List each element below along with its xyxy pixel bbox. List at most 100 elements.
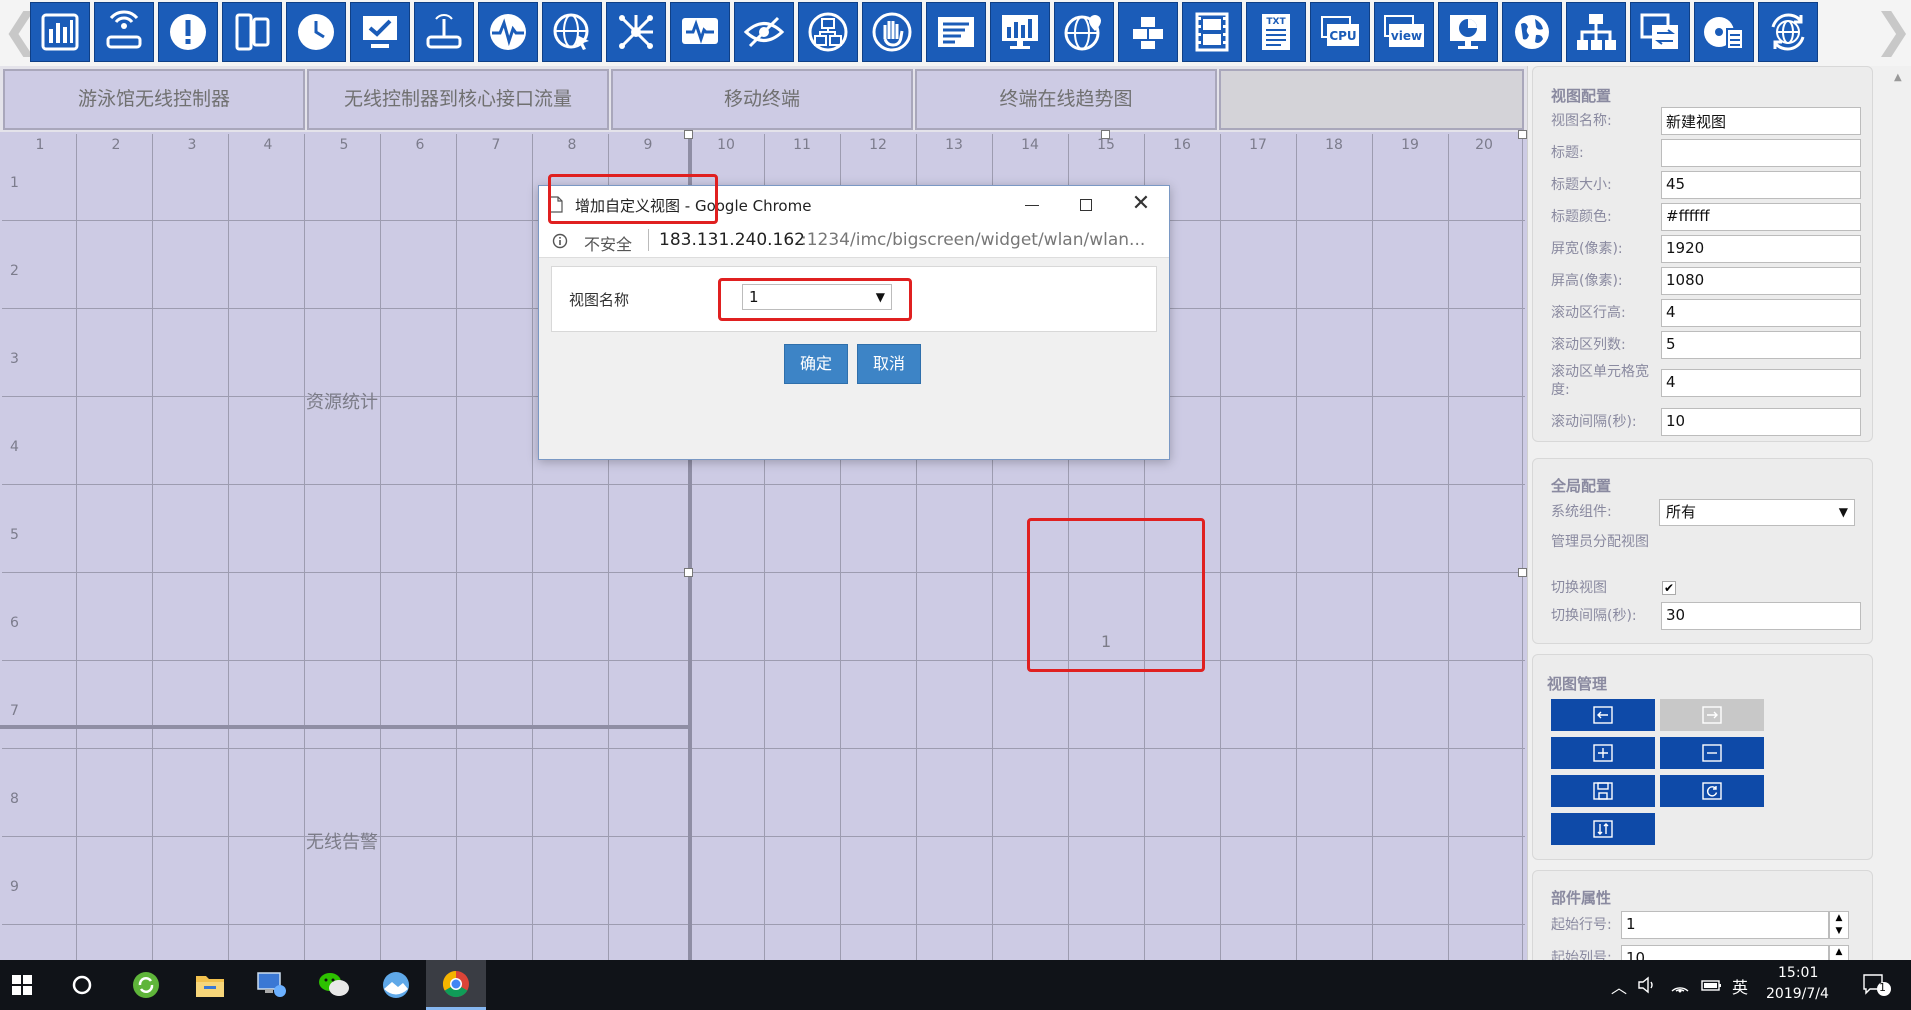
switch-windows-icon[interactable] xyxy=(1630,2,1690,62)
refresh-view-button[interactable] xyxy=(1660,775,1764,807)
refresh-globe-icon[interactable] xyxy=(1758,2,1818,62)
chrome-icon[interactable] xyxy=(426,960,486,1010)
tray-chevron-icon[interactable]: ︿ xyxy=(1611,974,1627,998)
confirm-button[interactable]: 确定 xyxy=(784,344,848,384)
title-color-input[interactable]: #ffffff xyxy=(1661,203,1861,231)
screen-width-input[interactable]: 1920 xyxy=(1661,235,1861,263)
cpu-icon[interactable]: CPU xyxy=(1310,2,1370,62)
switch-interval-input[interactable]: 30 xyxy=(1661,602,1861,630)
hidden-eye-icon[interactable] xyxy=(734,2,794,62)
scroll-columns-input[interactable]: 5 xyxy=(1661,331,1861,359)
cortana-search-icon[interactable] xyxy=(60,960,104,1010)
view-name-field-label: 视图名称: xyxy=(1551,113,1612,129)
tab-controller-core-traffic[interactable]: 无线控制器到核心接口流量 xyxy=(307,69,609,130)
switch-view-checkbox[interactable]: ✔ xyxy=(1662,581,1676,595)
drive-icon[interactable] xyxy=(1694,2,1754,62)
ime-indicator[interactable]: 英 xyxy=(1732,974,1748,998)
resize-handle[interactable] xyxy=(684,568,693,577)
heartbeat-icon[interactable] xyxy=(478,2,538,62)
toolbar-prev-arrow[interactable]: ❮ xyxy=(2,4,41,60)
save-view-button[interactable] xyxy=(1551,775,1655,807)
url-bar[interactable]: 不安全 183.131.240.162 :1234/imc/bigscreen/… xyxy=(539,224,1169,258)
battery-icon[interactable] xyxy=(1701,976,1723,994)
view-icon[interactable]: view xyxy=(1374,2,1434,62)
text-lines-icon[interactable] xyxy=(926,2,986,62)
admin-assign-view-label: 管理员分配视图 xyxy=(1551,534,1649,550)
add-view-button[interactable] xyxy=(1551,737,1655,769)
alert-icon[interactable] xyxy=(158,2,218,62)
config-panel: 视图配置 视图名称: 新建视图 标题: 标题大小: 45 标题颜色: #ffff… xyxy=(1527,66,1911,960)
start-row-stepper[interactable]: ▲ ▼ xyxy=(1829,911,1849,939)
resize-handle[interactable] xyxy=(1101,130,1110,139)
global-config-section: 全局配置 系统组件: 所有 ▼ 管理员分配视图 切换视图 ✔ 切换间隔(秒): … xyxy=(1532,458,1873,644)
view-manage-title: 视图管理 xyxy=(1547,675,1608,693)
txt-document-icon[interactable]: TXT xyxy=(1246,2,1306,62)
url-host: 183.131.240.162 xyxy=(659,230,806,250)
close-icon[interactable]: ✕ xyxy=(1129,190,1153,218)
wireless-alarm-label: 无线告警 xyxy=(306,832,378,853)
clock-icon[interactable] xyxy=(286,2,346,62)
scroll-row-height-input[interactable]: 4 xyxy=(1661,299,1861,327)
film-icon[interactable] xyxy=(1182,2,1242,62)
system-component-select[interactable]: 所有 ▼ xyxy=(1659,499,1855,526)
wireless-router-icon[interactable] xyxy=(94,2,154,62)
tab-empty[interactable] xyxy=(1219,69,1524,130)
checked-monitor-icon[interactable] xyxy=(350,2,410,62)
cancel-button[interactable]: 取消 xyxy=(857,344,921,384)
maximize-icon[interactable] xyxy=(1075,194,1097,216)
diagram-icon[interactable] xyxy=(798,2,858,62)
move-left-button[interactable] xyxy=(1551,699,1655,731)
world-icon[interactable] xyxy=(1502,2,1562,62)
switch-interval-label: 切换间隔(秒): xyxy=(1551,608,1637,624)
start-column-input[interactable]: 10 xyxy=(1621,945,1829,960)
network-topology-icon[interactable] xyxy=(606,2,666,62)
title-input[interactable] xyxy=(1661,139,1861,167)
start-row-input[interactable]: 1 xyxy=(1621,911,1829,939)
move-left-icon xyxy=(1593,706,1613,724)
refresh-app-icon[interactable] xyxy=(120,960,172,1010)
hierarchy-icon[interactable] xyxy=(1566,2,1626,62)
tab-terminal-online-trend[interactable]: 终端在线趋势图 xyxy=(915,69,1217,130)
remove-icon xyxy=(1702,744,1722,762)
start-column-stepper[interactable]: ▲▼ xyxy=(1829,945,1849,960)
sort-icon xyxy=(1593,820,1613,838)
minimize-icon[interactable] xyxy=(1021,194,1043,216)
resize-handle[interactable] xyxy=(1518,130,1527,139)
wechat-icon[interactable] xyxy=(308,960,360,1010)
globe-pin-icon[interactable] xyxy=(1054,2,1114,62)
clock-date[interactable]: 2019/7/4 xyxy=(1766,986,1829,1002)
notification-center-icon[interactable]: 1 xyxy=(1862,973,1892,997)
view-name-input[interactable]: 新建视图 xyxy=(1661,107,1861,135)
resize-handle[interactable] xyxy=(1518,568,1527,577)
view-config-title: 视图配置 xyxy=(1551,87,1612,105)
pie-monitor-icon[interactable] xyxy=(1438,2,1498,62)
landscape-app-icon[interactable] xyxy=(370,960,422,1010)
move-right-button[interactable] xyxy=(1660,699,1764,731)
tab-stadium-wireless-controller[interactable]: 游泳馆无线控制器 xyxy=(3,69,305,130)
sort-view-button[interactable] xyxy=(1551,813,1655,845)
mobile-terminal-icon[interactable] xyxy=(222,2,282,62)
scroll-interval-input[interactable]: 10 xyxy=(1661,408,1861,436)
resize-handle[interactable] xyxy=(684,130,693,139)
network-monitor-icon[interactable] xyxy=(246,960,298,1010)
pulse-monitor-icon[interactable] xyxy=(670,2,730,62)
scroll-up-icon[interactable]: ▲ xyxy=(1894,72,1902,83)
panel-scrollbar[interactable]: ▲ xyxy=(1890,66,1910,960)
bar-monitor-icon[interactable] xyxy=(990,2,1050,62)
network-wifi-icon[interactable] xyxy=(1669,975,1691,995)
tab-mobile-terminal[interactable]: 移动终端 xyxy=(611,69,913,130)
title-size-input[interactable]: 45 xyxy=(1661,171,1861,199)
screen-height-input[interactable]: 1080 xyxy=(1661,267,1861,295)
stacked-blocks-icon[interactable] xyxy=(1118,2,1178,62)
file-explorer-icon[interactable] xyxy=(184,960,236,1010)
clock-time[interactable]: 15:01 xyxy=(1778,965,1818,981)
toolbar-next-arrow[interactable]: ❯ xyxy=(1874,4,1911,60)
access-point-icon[interactable] xyxy=(414,2,474,62)
volume-icon[interactable] xyxy=(1637,975,1657,995)
remove-view-button[interactable] xyxy=(1660,737,1764,769)
windows-start-icon[interactable] xyxy=(0,960,44,1010)
bar-chart-icon[interactable] xyxy=(30,2,90,62)
globe-cursor-icon[interactable] xyxy=(542,2,602,62)
hand-stop-icon[interactable] xyxy=(862,2,922,62)
scroll-cell-width-input[interactable]: 4 xyxy=(1661,369,1861,397)
